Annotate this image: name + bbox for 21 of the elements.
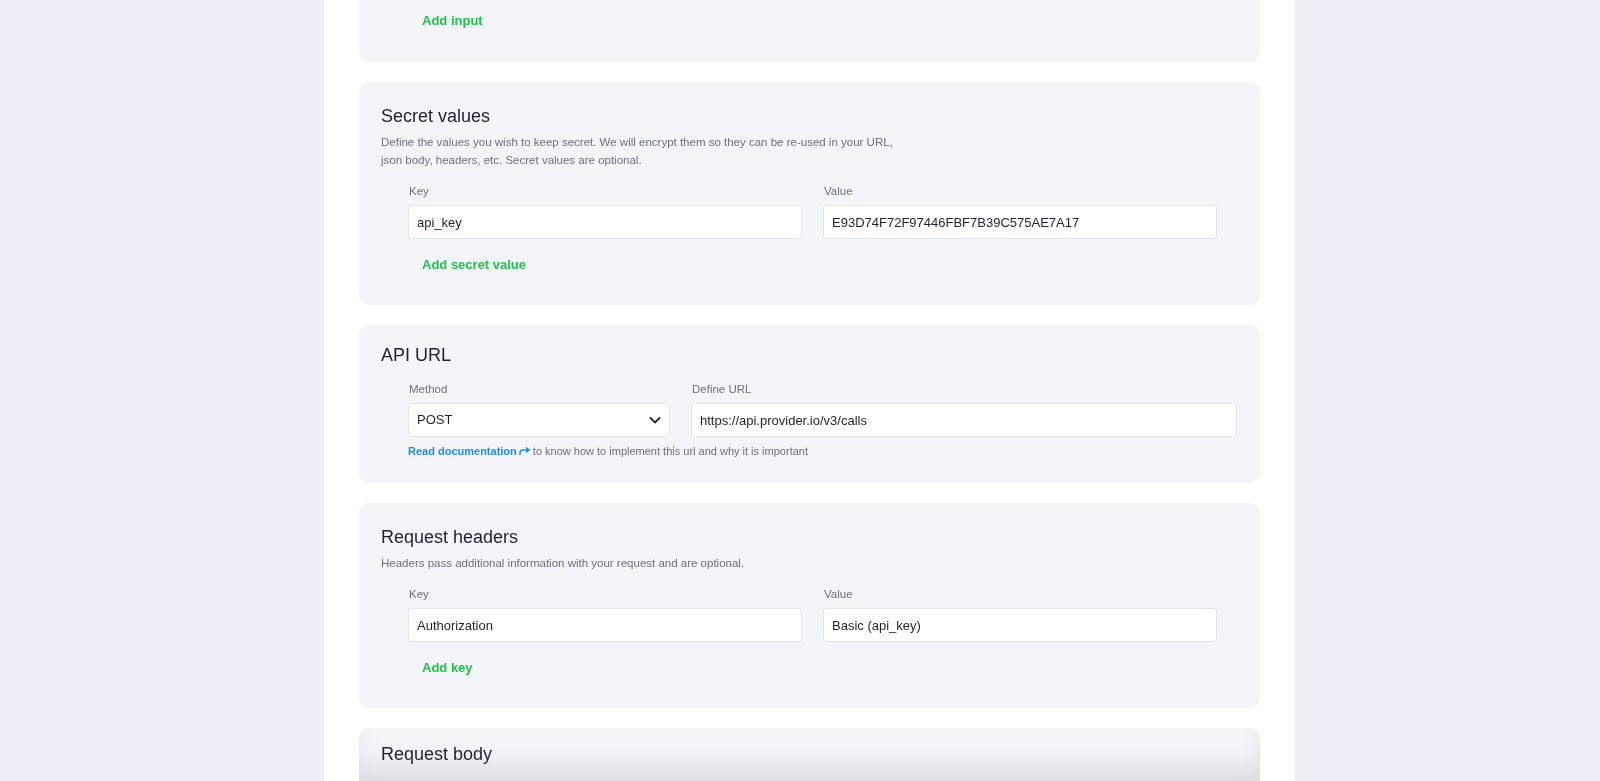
- section-title: Request body: [381, 743, 494, 766]
- section-description: Define the values you wish to keep secret. We will encrypt them so they can be re-used in your URL, json body, headers, etc. Secret values are optional.: [381, 135, 894, 168]
- field-label: Define URL: [692, 382, 753, 397]
- field-label: Key: [409, 184, 430, 199]
- section-description: Headers pass additional information with your request and are optional.: [381, 556, 746, 571]
- field-label: Method: [409, 382, 449, 397]
- value-field[interactable]: Basic (api_key): [823, 608, 1217, 642]
- field-label: Key: [409, 587, 430, 602]
- field-label: Value: [824, 587, 854, 602]
- field-label: Value: [824, 184, 854, 199]
- key-field[interactable]: Authorization: [408, 608, 802, 642]
- section-title: Secret values: [381, 105, 492, 128]
- method-dropdown[interactable]: POST: [408, 403, 670, 437]
- section-title: Request headers: [381, 526, 520, 549]
- value-field[interactable]: E93D74F72F97446FBF7B39C575AE7A17: [823, 205, 1217, 239]
- section-title: API URL: [381, 344, 453, 367]
- key-field[interactable]: api_key: [408, 205, 802, 239]
- redirect-arrow-icon: [518, 446, 530, 456]
- chevron-down-icon: [649, 416, 661, 424]
- documentation-note: Read documentation to know how to implement this url and why it is important: [407, 443, 809, 459]
- url-field[interactable]: https://api.provider.io/v3/calls: [691, 403, 1237, 437]
